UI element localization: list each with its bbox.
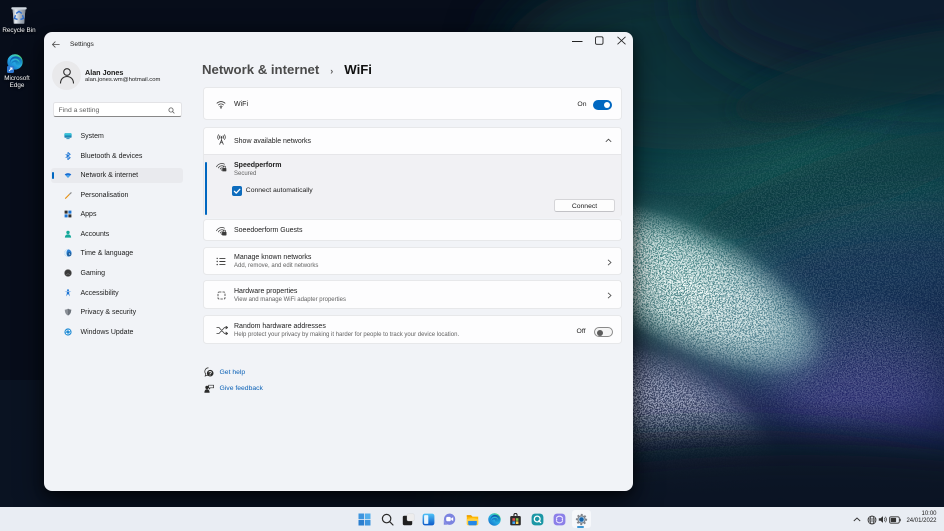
svg-text:?: ?	[208, 370, 212, 377]
